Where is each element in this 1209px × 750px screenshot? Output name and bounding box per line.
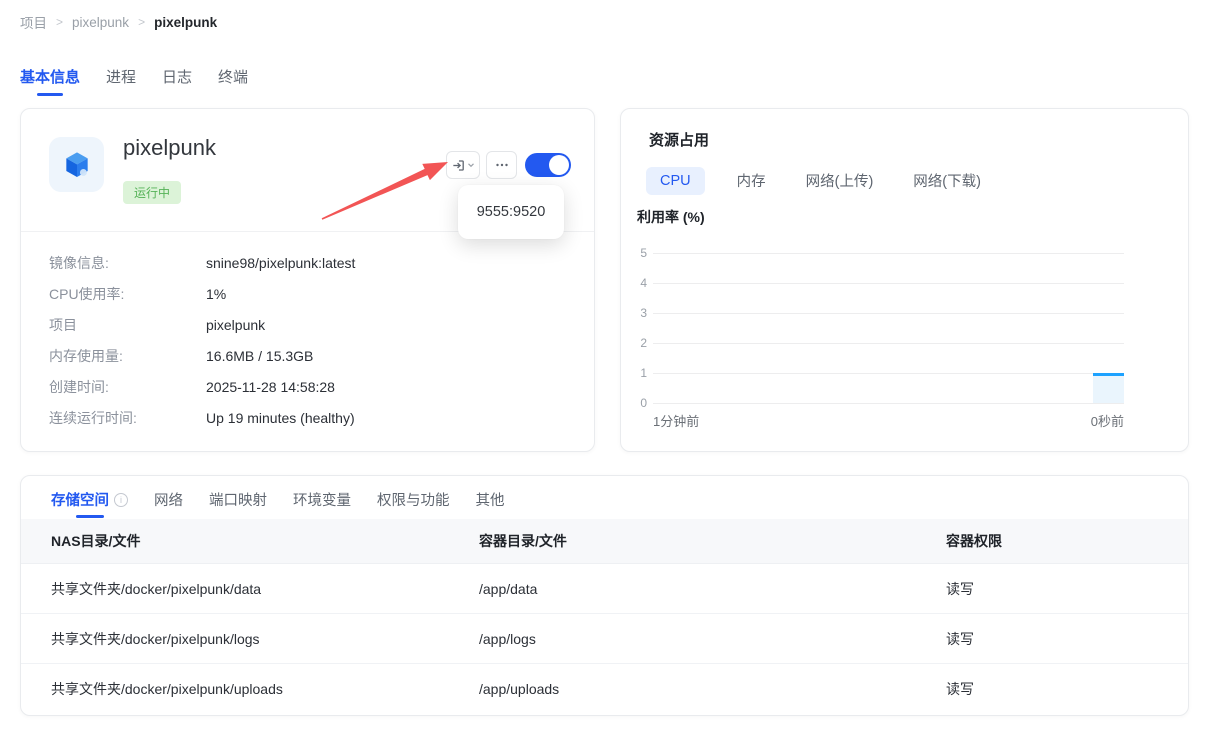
table-row: 共享文件夹/docker/pixelpunk/uploads /app/uplo… (21, 664, 1188, 714)
nas-path-cell: 共享文件夹/docker/pixelpunk/uploads (21, 679, 479, 699)
permission-cell: 读写 (946, 679, 1146, 699)
info-icon[interactable]: i (114, 493, 128, 507)
resource-tabs: CPU 内存 网络(上传) 网络(下载) (646, 164, 989, 197)
detail-tab-network[interactable]: 网络 (154, 489, 183, 510)
detail-tab-capabilities[interactable]: 权限与功能 (377, 489, 450, 510)
chart-ytick-label: 4 (627, 276, 647, 290)
nas-path-cell: 共享文件夹/docker/pixelpunk/logs (21, 629, 479, 649)
more-actions-button[interactable] (486, 151, 517, 179)
permission-cell: 读写 (946, 579, 1146, 599)
container-info-card: pixelpunk 运行中 9555:9520 镜像信息: snine98/p (20, 108, 595, 452)
chart-x-labels: 1分钟前 0秒前 (653, 411, 1124, 430)
resource-usage-card: 资源占用 CPU 内存 网络(上传) 网络(下载) 利用率 (%) 012345… (620, 108, 1189, 452)
container-path-cell: /app/logs (479, 631, 946, 647)
active-tab-underline (76, 515, 104, 518)
container-name: pixelpunk (123, 135, 216, 161)
tab-logs[interactable]: 日志 (162, 66, 192, 96)
detail-tab-env-vars[interactable]: 环境变量 (293, 489, 351, 510)
chart-ytick-label: 0 (627, 396, 647, 410)
chart-gridline (653, 283, 1124, 284)
resource-tab-cpu[interactable]: CPU (646, 167, 705, 195)
tab-basic-info[interactable]: 基本信息 (20, 66, 80, 96)
resource-card-title: 资源占用 (649, 129, 709, 150)
header-nas-path: NAS目录/文件 (21, 531, 479, 551)
header-container-path: 容器目录/文件 (479, 531, 946, 551)
tab-terminal[interactable]: 终端 (218, 66, 248, 96)
storage-mounts-table: NAS目录/文件 容器目录/文件 容器权限 共享文件夹/docker/pixel… (21, 519, 1188, 714)
breadcrumb-separator-icon: > (56, 15, 63, 29)
chevron-down-icon (467, 161, 475, 169)
chart-gridline (653, 403, 1124, 404)
table-header-row: NAS目录/文件 容器目录/文件 容器权限 (21, 519, 1188, 564)
ellipsis-icon (495, 158, 509, 172)
chart-axis-title: 利用率 (%) (637, 207, 705, 227)
info-row-cpu: CPU使用率: 1% (49, 278, 574, 309)
chart-gridline (653, 373, 1124, 374)
status-badge: 运行中 (123, 181, 181, 204)
detail-tab-storage[interactable]: 存储空间 i (51, 489, 128, 518)
resource-tab-net-down[interactable]: 网络(下载) (905, 164, 989, 197)
breadcrumb-project[interactable]: pixelpunk (72, 15, 129, 30)
chart-gridline (653, 343, 1124, 344)
resource-tab-memory[interactable]: 内存 (729, 164, 774, 197)
detail-tab-other[interactable]: 其他 (476, 489, 505, 510)
chart-plot-area: 012345 (653, 253, 1124, 403)
detail-tabs: 存储空间 i 网络 端口映射 环境变量 权限与功能 其他 (51, 489, 505, 518)
chart-ytick-label: 3 (627, 306, 647, 320)
open-port-button[interactable] (446, 151, 480, 179)
header-permission: 容器权限 (946, 531, 1146, 551)
open-port-icon (451, 158, 466, 173)
info-row-memory: 内存使用量: 16.6MB / 15.3GB (49, 340, 574, 371)
chart-area-segment (1093, 373, 1124, 403)
container-avatar (49, 137, 104, 192)
chart-x-label-start: 1分钟前 (653, 411, 699, 430)
info-row-project: 项目 pixelpunk (49, 309, 574, 340)
table-row: 共享文件夹/docker/pixelpunk/logs /app/logs 读写 (21, 614, 1188, 664)
chart-ytick-label: 1 (627, 366, 647, 380)
chart-x-label-end: 0秒前 (1091, 411, 1124, 430)
active-tab-underline (37, 93, 63, 96)
toggle-knob (549, 155, 569, 175)
info-row-uptime: 连续运行时间: Up 19 minutes (healthy) (49, 402, 574, 433)
container-path-cell: /app/uploads (479, 681, 946, 697)
breadcrumb: 项目 > pixelpunk > pixelpunk (20, 12, 217, 32)
container-actions (446, 151, 571, 179)
page-tabs: 基本信息 进程 日志 终端 (20, 66, 248, 96)
nas-path-cell: 共享文件夹/docker/pixelpunk/data (21, 579, 479, 599)
port-mapping-menu-item[interactable]: 9555:9520 (458, 185, 564, 239)
breadcrumb-current: pixelpunk (154, 15, 217, 30)
chart-gridline (653, 313, 1124, 314)
permission-cell: 读写 (946, 629, 1146, 649)
container-cube-icon (61, 149, 93, 181)
container-path-cell: /app/data (479, 581, 946, 597)
detail-tab-port-mapping[interactable]: 端口映射 (209, 489, 267, 510)
power-toggle[interactable] (525, 153, 571, 177)
container-info-list: 镜像信息: snine98/pixelpunk:latest CPU使用率: 1… (49, 247, 574, 433)
info-row-created: 创建时间: 2025-11-28 14:58:28 (49, 371, 574, 402)
container-details-card: 存储空间 i 网络 端口映射 环境变量 权限与功能 其他 NAS目录/文件 容器… (20, 475, 1189, 716)
chart-ytick-label: 5 (627, 246, 647, 260)
resource-tab-net-up[interactable]: 网络(上传) (798, 164, 882, 197)
chart-gridline (653, 253, 1124, 254)
chart-ytick-label: 2 (627, 336, 647, 350)
breadcrumb-projects[interactable]: 项目 (20, 12, 47, 32)
table-row: 共享文件夹/docker/pixelpunk/data /app/data 读写 (21, 564, 1188, 614)
tab-processes[interactable]: 进程 (106, 66, 136, 96)
breadcrumb-separator-icon: > (138, 15, 145, 29)
info-row-image: 镜像信息: snine98/pixelpunk:latest (49, 247, 574, 278)
